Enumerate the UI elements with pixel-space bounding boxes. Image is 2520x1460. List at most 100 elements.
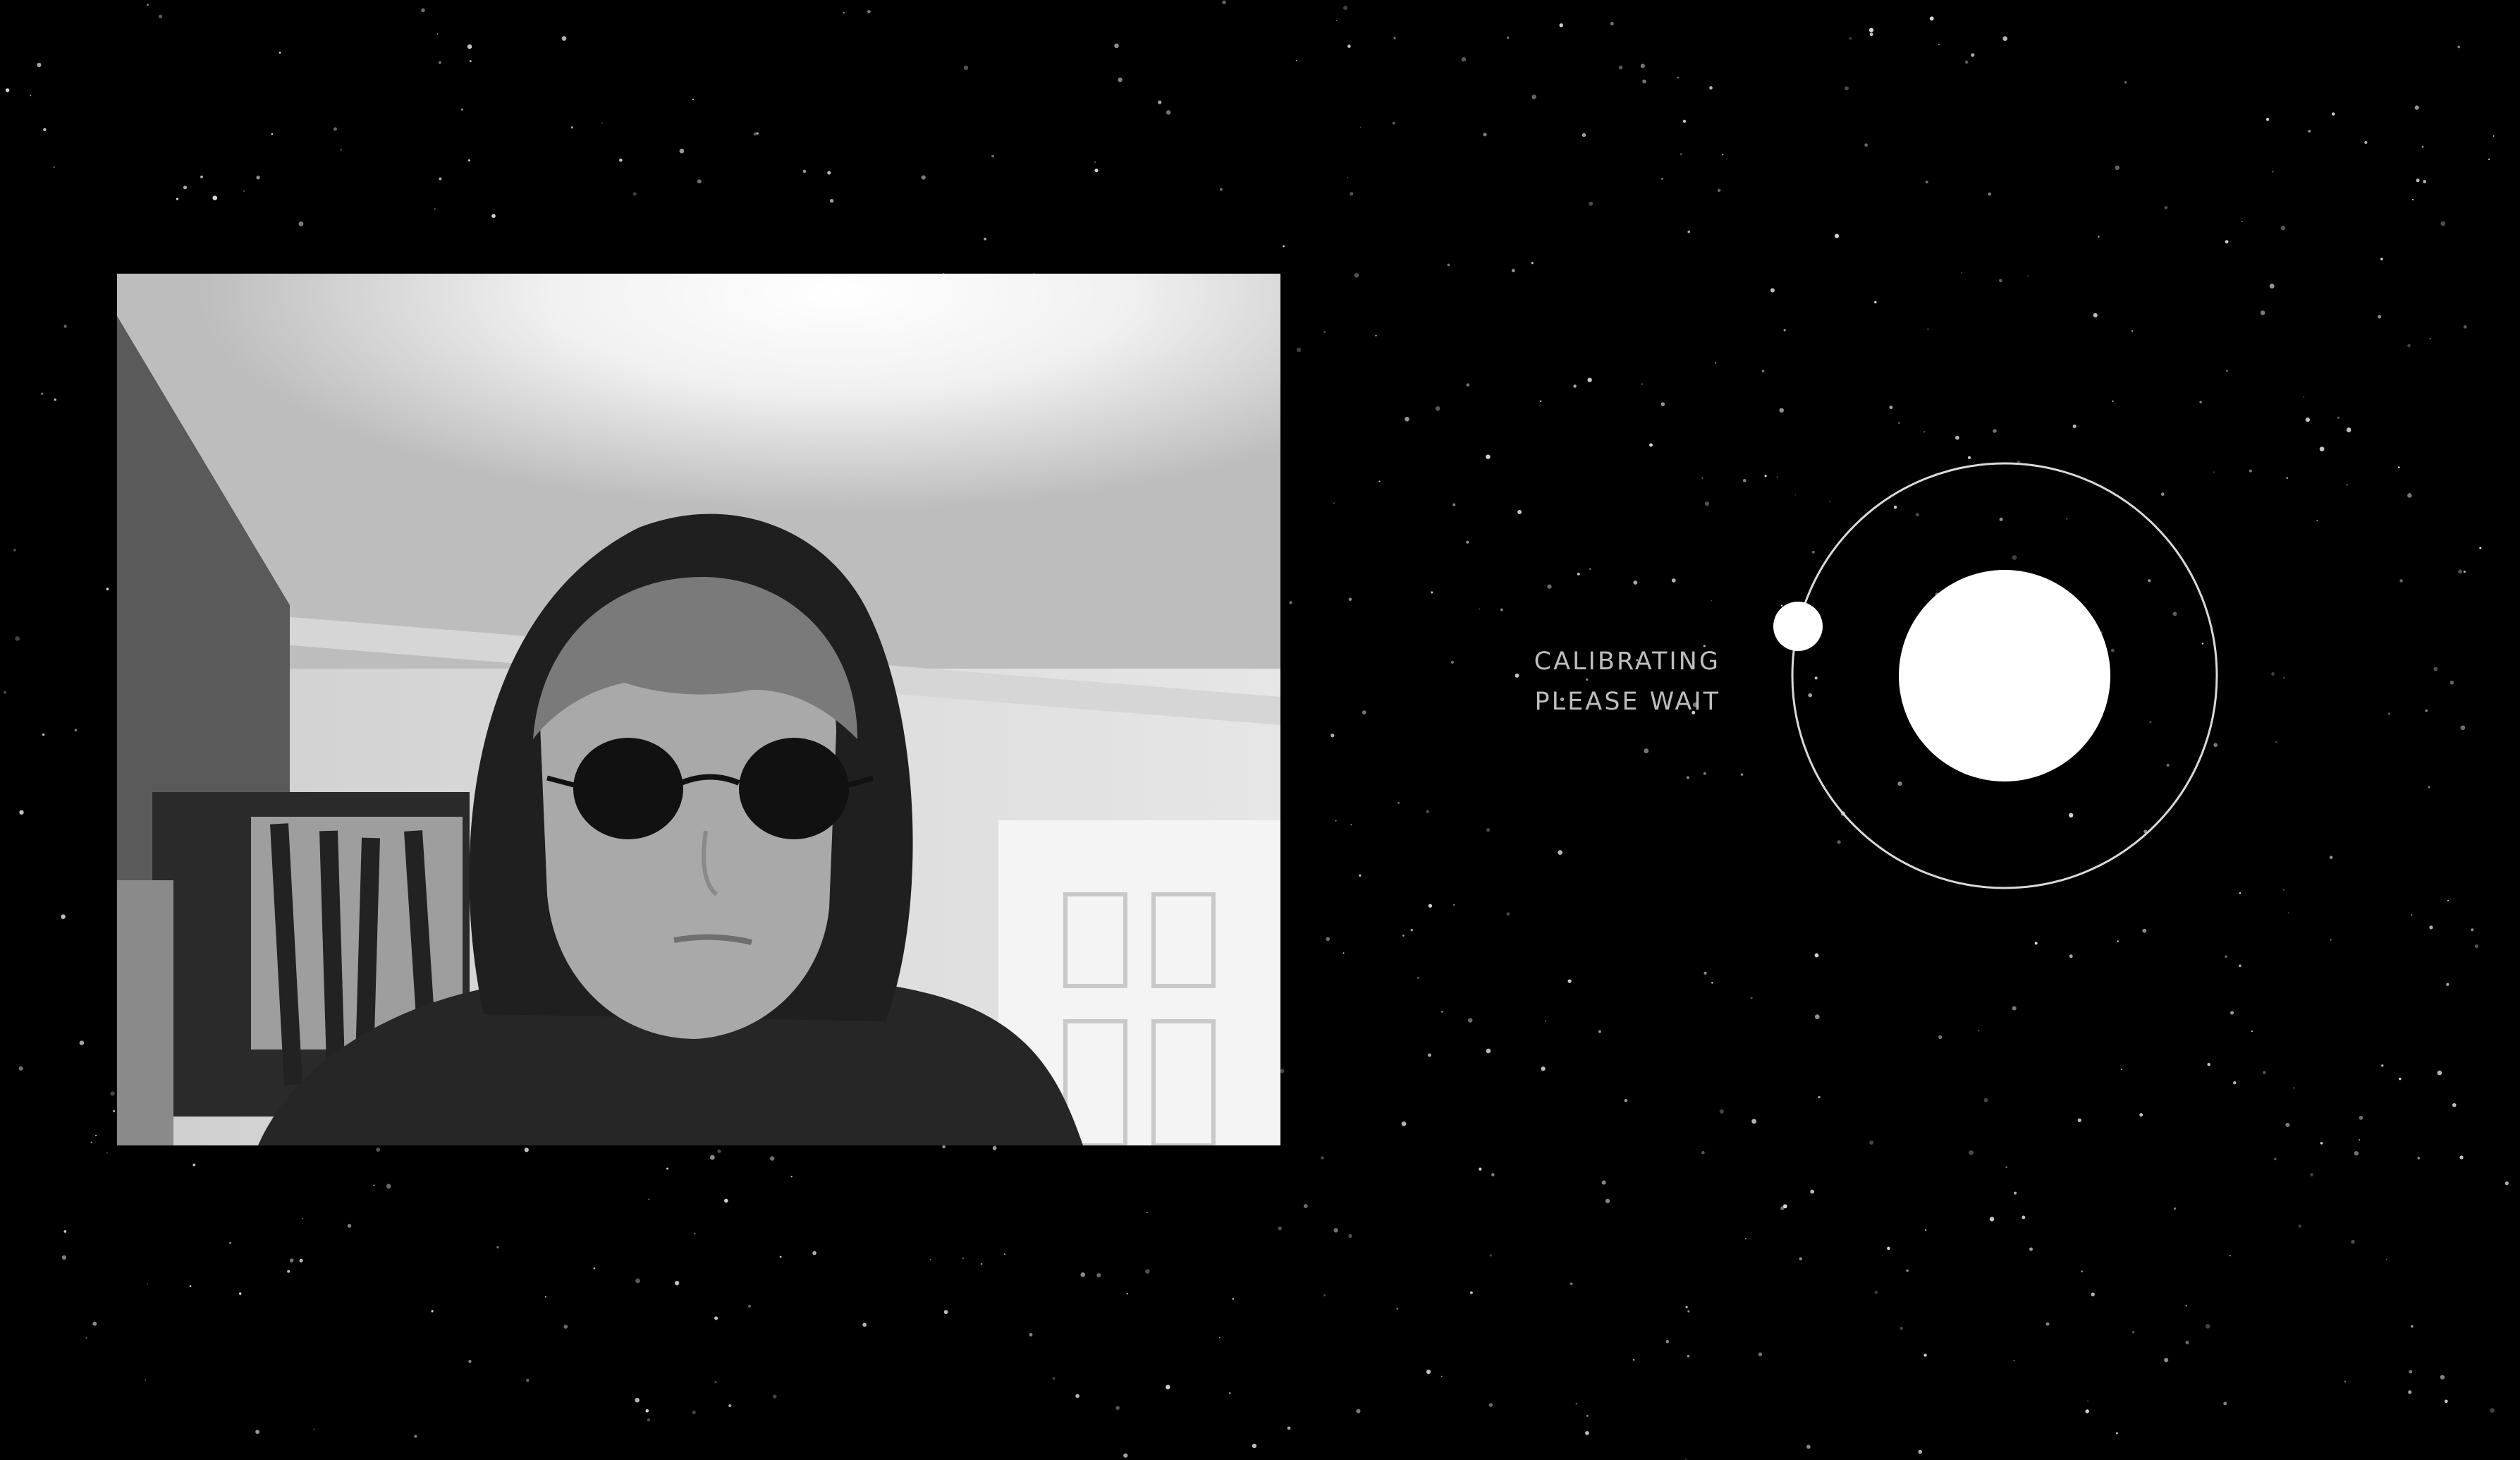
star — [679, 148, 685, 154]
star — [1687, 1310, 1690, 1313]
star — [85, 1337, 87, 1339]
star — [2409, 1370, 2413, 1374]
star — [1126, 1293, 1128, 1295]
star — [709, 1155, 715, 1160]
star — [2308, 130, 2311, 133]
star — [1900, 1327, 1903, 1330]
star — [1335, 20, 1338, 21]
star — [18, 1066, 23, 1071]
star — [467, 44, 472, 49]
star — [1166, 110, 1171, 115]
star — [228, 1241, 232, 1245]
star — [635, 1397, 640, 1403]
star — [192, 1163, 196, 1167]
star — [1491, 1173, 1495, 1176]
star — [4, 691, 7, 694]
star — [1660, 402, 1665, 406]
star — [1585, 1430, 1589, 1435]
star — [2411, 1325, 2414, 1328]
star — [1354, 272, 1359, 278]
star — [2131, 1330, 2135, 1334]
star — [2423, 180, 2427, 183]
star — [717, 1149, 721, 1153]
star — [92, 1321, 97, 1326]
star — [1348, 1234, 1352, 1239]
star — [2407, 493, 2412, 498]
star — [373, 1184, 375, 1186]
star — [1029, 1332, 1033, 1337]
star — [1323, 331, 1326, 333]
star — [1467, 1018, 1473, 1023]
star — [827, 171, 831, 175]
star — [1470, 1291, 1473, 1294]
star — [2249, 469, 2252, 473]
star — [63, 1230, 67, 1233]
star — [1709, 86, 1713, 90]
star — [1864, 143, 1868, 147]
star — [1435, 406, 1441, 411]
star — [1228, 1392, 1231, 1394]
star — [1632, 1358, 1635, 1361]
star — [1343, 6, 1348, 11]
star — [2440, 221, 2446, 226]
star — [1359, 874, 1362, 877]
star — [1868, 28, 1874, 32]
star — [79, 1040, 85, 1045]
star — [812, 1251, 816, 1255]
star — [113, 1110, 115, 1112]
star — [1417, 976, 1420, 980]
star — [1567, 979, 1572, 983]
star — [1587, 377, 1592, 382]
star — [158, 14, 163, 18]
star — [1887, 1246, 1890, 1251]
star — [2014, 1191, 2017, 1195]
star — [63, 324, 67, 328]
star — [53, 166, 55, 169]
moon — [1773, 602, 1823, 651]
star — [313, 1428, 315, 1430]
star — [1094, 161, 1096, 164]
star — [2098, 236, 2100, 238]
star — [469, 60, 472, 63]
star — [2164, 206, 2168, 209]
star — [2351, 1240, 2355, 1244]
star — [1969, 1150, 1974, 1155]
star — [1782, 1204, 1787, 1209]
star — [1289, 601, 1292, 604]
star — [2298, 1224, 2301, 1228]
star — [2319, 446, 2325, 451]
star — [2225, 955, 2227, 958]
star — [1115, 1406, 1120, 1411]
star — [54, 399, 56, 401]
star — [2131, 330, 2134, 332]
star — [645, 1409, 649, 1413]
star — [438, 61, 441, 64]
star — [867, 10, 871, 13]
star — [2411, 198, 2414, 201]
star — [1874, 1291, 1878, 1294]
star — [1971, 53, 1975, 57]
star — [1810, 1189, 1815, 1194]
calibration-status: CALIBRATING PLEASE WAIT — [1481, 642, 1720, 722]
star — [2269, 284, 2275, 289]
star — [843, 11, 845, 14]
star — [1280, 1069, 1285, 1073]
star — [1350, 192, 1354, 196]
star — [526, 1378, 530, 1382]
star — [2287, 912, 2289, 914]
star — [301, 1217, 304, 1219]
star — [1547, 584, 1552, 589]
star — [2045, 1322, 2050, 1326]
star — [200, 175, 203, 178]
star — [1640, 63, 1645, 68]
star — [1711, 982, 1713, 984]
star — [1582, 133, 1586, 138]
star — [1758, 1352, 1763, 1356]
star — [1701, 1150, 1705, 1155]
star — [1644, 748, 1649, 753]
star — [1835, 233, 1840, 238]
star — [1479, 1167, 1482, 1171]
star — [692, 1410, 696, 1415]
star — [1641, 383, 1644, 385]
star — [212, 195, 218, 201]
